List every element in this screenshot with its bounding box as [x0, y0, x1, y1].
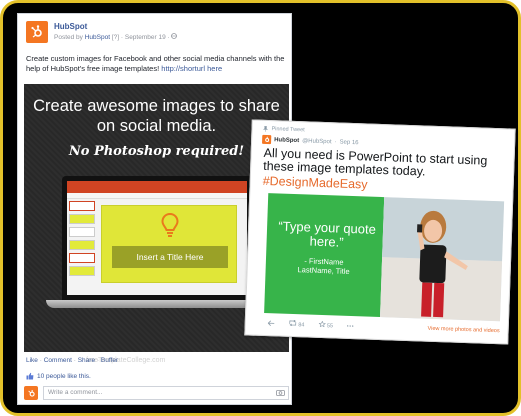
hubspot-logo-avatar[interactable] — [26, 21, 48, 43]
pinned-indicator: Pinned Tweet — [262, 126, 305, 134]
laptop-screen: Insert a Title Here — [62, 176, 252, 300]
ppt-ribbon — [67, 181, 247, 193]
retweet-action[interactable]: 84 — [289, 319, 305, 329]
retweet-icon — [289, 319, 297, 327]
tweet-author-name[interactable]: HubSpot — [274, 137, 299, 144]
sprocket-icon — [27, 389, 35, 397]
lightbulb-icon — [161, 212, 179, 237]
comment-placeholder: Write a comment... — [48, 389, 103, 396]
post-header: HubSpot Posted by HubSpot [?] · Septembe… — [26, 21, 178, 43]
posted-by-name[interactable]: HubSpot — [85, 34, 110, 41]
globe-icon — [171, 33, 178, 41]
pinned-label: Pinned Tweet — [271, 126, 305, 134]
likes-summary[interactable]: 10 people like this. — [26, 372, 91, 380]
quote-attribution: - FirstName LastName, Title — [271, 255, 376, 277]
thumbs-up-icon — [26, 372, 34, 380]
reply-icon[interactable] — [267, 320, 275, 327]
posted-by-prefix: Posted by — [54, 34, 83, 41]
quote-panel: “Type your quote here.” - FirstName Last… — [264, 193, 385, 318]
post-link[interactable]: http://shorturl here — [161, 64, 222, 73]
slide-thumbnail — [69, 266, 95, 276]
posted-by-mark: [?] — [111, 34, 120, 41]
tweet-hashtag[interactable]: #DesignMadeEasy — [262, 174, 367, 192]
separator: · — [334, 138, 337, 145]
tweet-header: HubSpot @HubSpot · Sep 16 — [262, 134, 359, 147]
sprocket-icon — [31, 25, 42, 38]
more-options-icon[interactable] — [347, 323, 354, 329]
sprocket-icon — [265, 136, 270, 143]
camera-icon[interactable] — [276, 389, 285, 396]
woman-figure — [417, 210, 468, 318]
slide-thumbnail — [69, 201, 95, 211]
comment-composer: Write a comment... — [24, 385, 289, 401]
slide-title-placeholder: Insert a Title Here — [112, 246, 228, 268]
slide-thumbnail — [69, 240, 95, 250]
comment-input[interactable]: Write a comment... — [43, 386, 289, 400]
separator: · — [73, 357, 76, 364]
slide-thumbnail — [69, 253, 95, 263]
post-subline: Posted by HubSpot [?] · September 19 · — [54, 32, 178, 43]
laptop-base — [46, 300, 268, 308]
commenter-avatar — [24, 386, 38, 400]
pin-icon — [263, 126, 268, 132]
slide-thumbnail — [69, 214, 95, 224]
post-body: Create custom images for Facebook and ot… — [26, 54, 288, 74]
image-headline: Create awesome images to share on social… — [33, 97, 280, 135]
tweet-avatar[interactable] — [262, 134, 272, 145]
image-subhead: No Photoshop required! — [68, 144, 245, 159]
tweet-author-handle[interactable]: @HubSpot — [302, 138, 332, 145]
star-icon — [318, 320, 326, 328]
tweet-actions: 84 55 View more photos and videos — [267, 319, 500, 335]
post-date[interactable]: September 19 — [125, 34, 166, 41]
quote-text: “Type your quote here.” — [278, 218, 377, 250]
powerpoint-window: Insert a Title Here — [67, 181, 247, 295]
tweet-media[interactable]: “Type your quote here.” - FirstName Last… — [264, 193, 505, 322]
separator: · — [39, 357, 42, 364]
comment-link[interactable]: Comment — [44, 357, 72, 364]
ppt-toolbar — [67, 193, 247, 199]
watermark-text: freeTemplateCollege.com — [86, 357, 166, 364]
retweet-count: 84 — [298, 322, 305, 329]
likes-count-text[interactable]: 10 people like this. — [37, 373, 91, 380]
post-body-text: Create custom images for Facebook and ot… — [26, 54, 285, 73]
slide-thumbnails — [69, 201, 95, 279]
like-link[interactable]: Like — [26, 357, 38, 364]
favorite-count: 55 — [326, 323, 334, 330]
tweet-card: Pinned Tweet HubSpot @HubSpot · Sep 16 A… — [244, 119, 516, 345]
slide-canvas: Insert a Title Here — [101, 205, 237, 283]
favorite-action[interactable]: 55 — [318, 320, 334, 330]
post-meta: HubSpot Posted by HubSpot [?] · Septembe… — [54, 21, 178, 43]
page-name[interactable]: HubSpot — [54, 21, 177, 32]
tweet-date[interactable]: Sep 16 — [339, 139, 358, 146]
slide-thumbnail — [69, 227, 95, 237]
woman-on-phone-photo — [380, 197, 505, 322]
view-more-media-link[interactable]: View more photos and videos — [427, 326, 499, 335]
